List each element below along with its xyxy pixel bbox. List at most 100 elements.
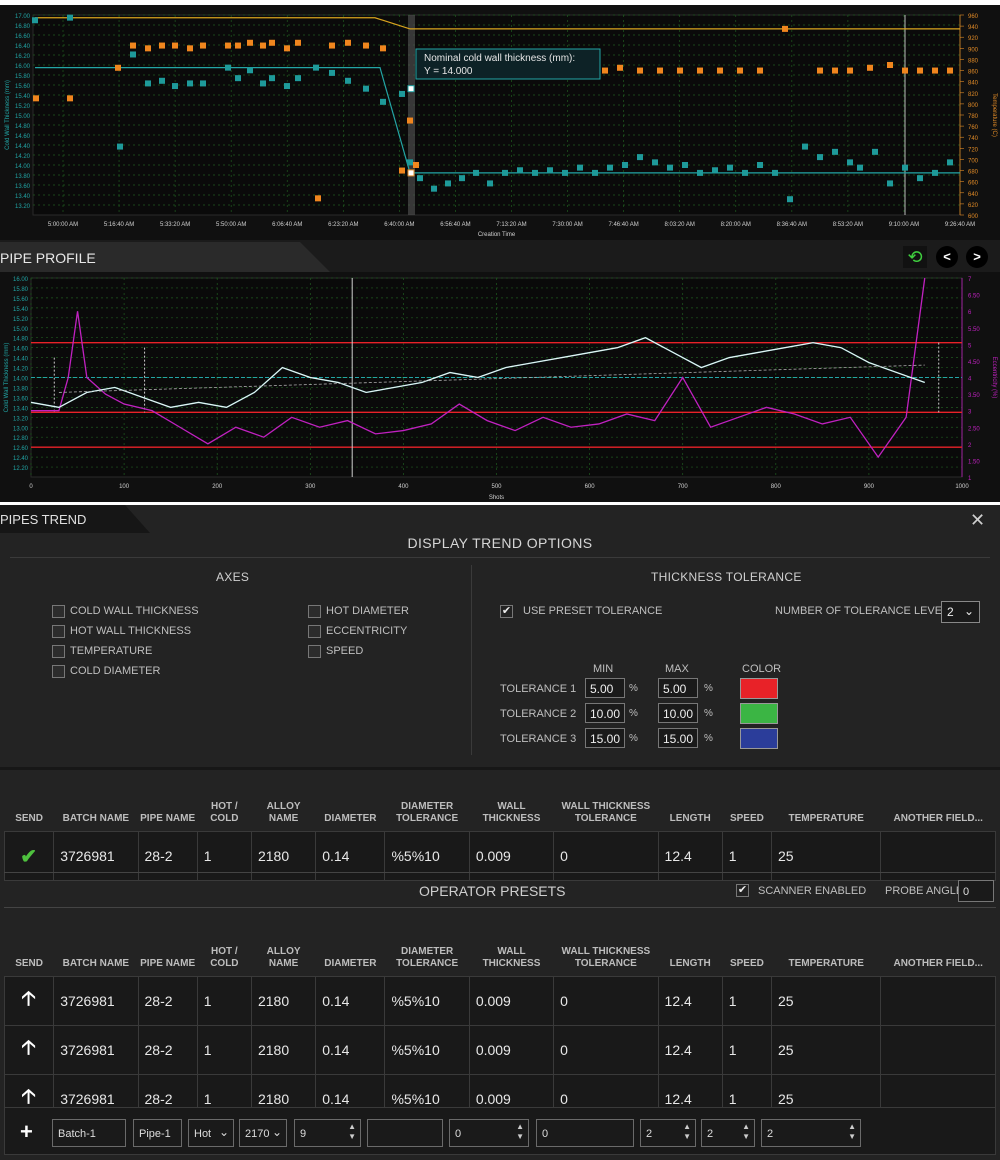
close-icon[interactable]: ✕ [970, 511, 985, 529]
trend-chart-svg[interactable]: 17.00 16.80 16.60 16.40 16.20 16.00 15.80 15.60… [0, 5, 1000, 240]
axis-checkbox[interactable] [52, 605, 65, 618]
stepper-icon[interactable]: ▲ ▼ [516, 1122, 524, 1142]
table-cell: %5%10 [384, 1025, 470, 1075]
tolerance-max-input[interactable]: 5.00 [658, 678, 698, 698]
column-header: WALL THICKNESS TOLERANCE [561, 801, 651, 824]
temperature-point [697, 67, 703, 74]
y-tick-label: 14.00 [15, 164, 31, 170]
temperature-point [145, 45, 151, 52]
table-cell: 1 [721, 1025, 772, 1075]
tolerance-min-input[interactable]: 10.00 [585, 703, 625, 723]
tolerance-level-value: 2 [947, 605, 954, 619]
y2-tick-label: 640 [968, 192, 979, 198]
percent-label: % [629, 733, 638, 744]
tolerance-color-swatch[interactable] [740, 678, 778, 699]
table-row[interactable]: 🡡 3726981 28-2 1 2180 0.14 %5%10 0.009 0 12.4 1 25 [3, 976, 996, 1026]
table-cell: 25 [770, 831, 882, 881]
column-header: BATCH NAME [62, 813, 130, 824]
table-row[interactable]: ✔ 3726981 28-2 1 2180 0.14 %5%10 0.009 0 12.4 1 25 [3, 831, 996, 881]
temperature-point [917, 67, 923, 74]
pipe-profile-chart-svg[interactable]: 16.00 15.80 15.60 15.40 15.20 15.00 14.80 14.60… [0, 272, 1000, 502]
table-row[interactable]: 🡡 3726981 28-2 1 2180 0.14 %5%10 0.009 0 12.4 1 25 [3, 1025, 996, 1075]
pipe-profile-chart[interactable]: 16.00 15.80 15.60 15.40 15.20 15.00 14.80 14.60… [0, 272, 1000, 502]
stepper-icon[interactable]: ▲ ▼ [848, 1122, 856, 1142]
temperature-point [657, 67, 663, 74]
tolerance-max-input[interactable]: 10.00 [658, 703, 698, 723]
tolerance-min-input[interactable]: 15.00 [585, 728, 625, 748]
y-tick-label: 15.20 [13, 317, 29, 323]
axis-checkbox[interactable] [52, 625, 65, 638]
temperature-point [260, 42, 266, 49]
thickness-point [652, 159, 658, 166]
stepper-icon[interactable]: ▲ ▼ [683, 1122, 691, 1142]
thickness-point [417, 175, 423, 182]
table-cell: 12.4 [657, 1025, 723, 1075]
pipe-name-input[interactable]: Pipe-1 [133, 1119, 182, 1147]
thickness-point [682, 162, 688, 168]
send-cell[interactable]: 🡡 [3, 1025, 55, 1075]
thickness-point [502, 169, 508, 176]
y2-tick-label: 7 [968, 277, 972, 283]
y-tick-label: 12.40 [13, 456, 29, 462]
arrow-up-icon[interactable]: 🡡 [21, 988, 35, 1010]
temperature-point [172, 42, 178, 49]
table-cell [880, 1025, 996, 1075]
axis-checkbox[interactable] [52, 645, 65, 658]
tolerance-color-swatch[interactable] [740, 703, 778, 724]
tooltip-title: Nominal cold wall thickness (mm): [424, 53, 575, 64]
alloy-select[interactable]: 2170 ⌄ [239, 1119, 287, 1147]
scanner-enabled-checkbox[interactable]: ✔ [736, 884, 749, 897]
divider [10, 557, 990, 558]
pipes-trend-title: PIPES TREND [0, 512, 87, 527]
check-icon[interactable]: ✔ [20, 846, 37, 868]
send-cell[interactable]: ✔ [3, 831, 55, 881]
next-button[interactable]: > [966, 246, 988, 268]
diameter-tolerance-input[interactable] [367, 1119, 443, 1147]
tolerance-min-input[interactable]: 5.00 [585, 678, 625, 698]
x-tick-label: 7:13:20 AM [496, 222, 526, 228]
stepper-icon[interactable]: ▲ ▼ [742, 1122, 750, 1142]
arrow-up-icon[interactable]: 🡡 [21, 1037, 35, 1059]
wall-thickness-tolerance-input[interactable]: 0 [536, 1119, 634, 1147]
y-tick-label: 15.40 [15, 94, 31, 100]
tolerance-color-swatch[interactable] [740, 728, 778, 749]
axis-checkbox[interactable] [52, 665, 65, 678]
chevron-down-icon: ⌄ [271, 1125, 282, 1139]
wall-thickness-input[interactable]: 0 ▲ ▼ [449, 1119, 529, 1147]
thickness-point [712, 167, 718, 174]
thickness-point [917, 175, 923, 182]
tolerance-max-input[interactable]: 15.00 [658, 728, 698, 748]
table-cell: 0.14 [315, 1025, 386, 1075]
table-cell: 2180 [250, 1025, 317, 1075]
tolerance-level-select[interactable]: 2 ⌄ [941, 601, 980, 623]
hot-cold-select[interactable]: Hot ⌄ [188, 1119, 234, 1147]
column-header: LENGTH [669, 958, 711, 969]
add-icon[interactable]: + [20, 1120, 33, 1144]
trend-chart[interactable]: 17.00 16.80 16.60 16.40 16.20 16.00 15.80 15.60… [0, 5, 1000, 240]
batch-name-input[interactable]: Batch-1 [52, 1119, 126, 1147]
x-tick-label: 600 [585, 484, 596, 490]
axis-checkbox[interactable] [308, 625, 321, 638]
y-axis-label: Cold Wall Thickness (mm) [4, 343, 10, 413]
y2-tick-label: 600 [968, 214, 979, 220]
send-cell[interactable]: 🡡 [3, 976, 55, 1026]
temperature-point [737, 67, 743, 74]
refresh-icon[interactable]: ⟲ [903, 246, 927, 268]
probe-angle-input[interactable]: 0 [958, 880, 994, 902]
previous-button[interactable]: < [936, 246, 958, 268]
arrow-up-icon[interactable]: 🡡 [21, 1086, 35, 1108]
axis-checkbox[interactable] [308, 605, 321, 618]
axis-checkbox[interactable] [308, 645, 321, 658]
speed-input[interactable]: 2 ▲ ▼ [701, 1119, 755, 1147]
y-tick-label: 14.40 [13, 357, 29, 363]
thickness-point [284, 83, 290, 90]
stepper-icon[interactable]: ▲ ▼ [348, 1122, 356, 1142]
table-cell: 3726981 [53, 831, 139, 881]
diameter-input[interactable]: 9 ▲ ▼ [294, 1119, 361, 1147]
thickness-point [487, 180, 493, 187]
color-column-label: COLOR [742, 663, 782, 675]
use-preset-checkbox[interactable]: ✔ [500, 605, 513, 618]
temperature-input[interactable]: 2 ▲ ▼ [761, 1119, 861, 1147]
length-input[interactable]: 2 ▲ ▼ [640, 1119, 696, 1147]
table-cell: 3726981 [53, 1025, 139, 1075]
